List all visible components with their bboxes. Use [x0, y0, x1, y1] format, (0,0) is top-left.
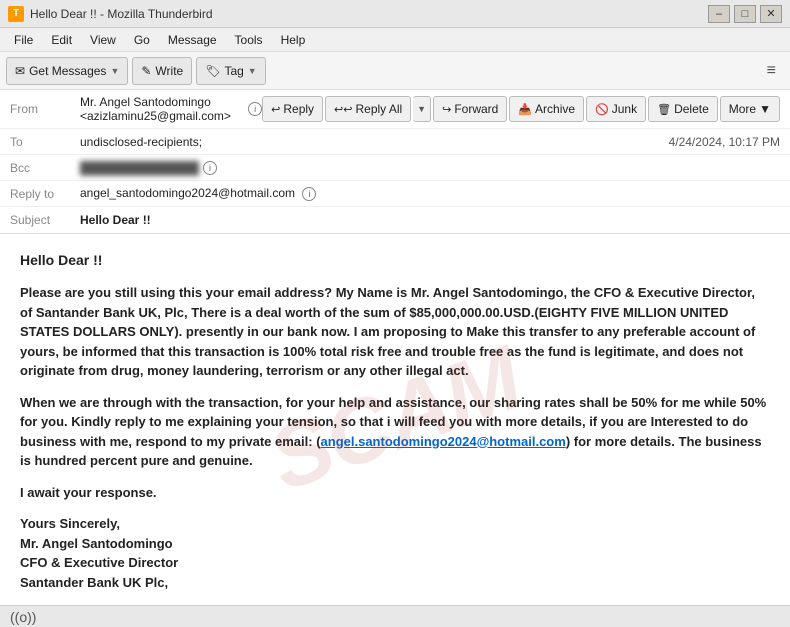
email-date: 4/24/2024, 10:17 PM [669, 135, 780, 149]
replyto-row: Reply to angel_santodomingo2024@hotmail.… [0, 181, 790, 207]
email-paragraph-2: When we are through with the transaction… [20, 393, 770, 471]
to-value: undisclosed-recipients; [80, 135, 669, 149]
email-action-buttons: ↩ Reply ↩↩ Reply All ▼ ↪ Forward 📥 Archi… [262, 96, 780, 122]
menu-file[interactable]: File [6, 31, 41, 49]
get-messages-button[interactable]: ✉ Get Messages ▼ [6, 57, 128, 85]
status-bar: ((o)) [0, 605, 790, 627]
forward-icon: ↪ [442, 103, 451, 116]
forward-button[interactable]: ↪ Forward [433, 96, 507, 122]
minimize-button[interactable]: – [708, 5, 730, 23]
from-info-icon[interactable]: i [248, 102, 262, 116]
junk-icon: 🚫 [595, 103, 609, 116]
window-controls: – □ ✕ [708, 5, 782, 23]
menu-tools[interactable]: Tools [227, 31, 271, 49]
junk-button[interactable]: 🚫 Junk [586, 96, 646, 122]
menu-edit[interactable]: Edit [43, 31, 80, 49]
tag-button[interactable]: 🏷 Tag ▼ [196, 57, 266, 85]
tag-icon: 🏷 [205, 64, 220, 78]
replyto-info-icon[interactable]: i [302, 187, 316, 201]
reply-button[interactable]: ↩ Reply [262, 96, 323, 122]
archive-icon: 📥 [518, 103, 532, 116]
reply-all-button[interactable]: ↩↩ Reply All [325, 96, 411, 122]
email-paragraph-3: I await your response. [20, 483, 770, 503]
connection-icon: ((o)) [10, 609, 36, 625]
title-bar: T Hello Dear !! - Mozilla Thunderbird – … [0, 0, 790, 28]
reply-all-dropdown[interactable]: ▼ [413, 96, 431, 122]
replyto-label: Reply to [10, 187, 80, 201]
pencil-icon: ✎ [141, 64, 151, 78]
from-row: From Mr. Angel Santodomingo <azizlaminu2… [0, 90, 790, 129]
email-greeting: Hello Dear !! [20, 250, 770, 271]
reply-all-icon: ↩↩ [334, 103, 352, 116]
to-row: To undisclosed-recipients; 4/24/2024, 10… [0, 129, 790, 155]
get-messages-dropdown-arrow[interactable]: ▼ [110, 66, 119, 76]
delete-icon: 🗑 [657, 103, 671, 116]
main-toolbar: ✉ Get Messages ▼ ✎ Write 🏷 Tag ▼ ≡ [0, 52, 790, 90]
subject-label: Subject [10, 213, 80, 227]
close-button[interactable]: ✕ [760, 5, 782, 23]
subject-value: Hello Dear !! [80, 213, 780, 227]
menu-bar: File Edit View Go Message Tools Help [0, 28, 790, 52]
archive-button[interactable]: 📥 Archive [509, 96, 584, 122]
window-title: Hello Dear !! - Mozilla Thunderbird [30, 7, 708, 21]
menu-message[interactable]: Message [160, 31, 225, 49]
email-header: From Mr. Angel Santodomingo <azizlaminu2… [0, 90, 790, 234]
bcc-label: Bcc [10, 161, 80, 175]
tag-dropdown-arrow[interactable]: ▼ [248, 66, 257, 76]
delete-button[interactable]: 🗑 Delete [648, 96, 718, 122]
hamburger-menu-button[interactable]: ≡ [759, 58, 784, 84]
app-icon: T [8, 6, 24, 22]
bcc-info-icon[interactable]: i [203, 161, 217, 175]
to-label: To [10, 135, 80, 149]
replyto-value: angel_santodomingo2024@hotmail.com i [80, 186, 780, 201]
menu-view[interactable]: View [82, 31, 124, 49]
reply-icon: ↩ [271, 103, 280, 116]
more-dropdown-arrow: ▼ [759, 102, 771, 116]
envelope-icon: ✉ [15, 64, 25, 78]
bcc-value: ██████████████ [80, 161, 199, 175]
menu-help[interactable]: Help [273, 31, 314, 49]
write-button[interactable]: ✎ Write [132, 57, 192, 85]
more-button[interactable]: More ▼ [720, 96, 780, 122]
subject-row: Subject Hello Dear !! [0, 207, 790, 233]
from-label: From [10, 102, 80, 116]
email-body: SCAM Hello Dear !! Please are you still … [0, 234, 790, 605]
email-paragraph-1: Please are you still using this your ema… [20, 283, 770, 381]
from-value: Mr. Angel Santodomingo <azizlaminu25@gma… [80, 95, 244, 123]
bcc-row: Bcc ██████████████ i [0, 155, 790, 181]
email-signature: Yours Sincerely, Mr. Angel Santodomingo … [20, 514, 770, 592]
menu-go[interactable]: Go [126, 31, 158, 49]
maximize-button[interactable]: □ [734, 5, 756, 23]
